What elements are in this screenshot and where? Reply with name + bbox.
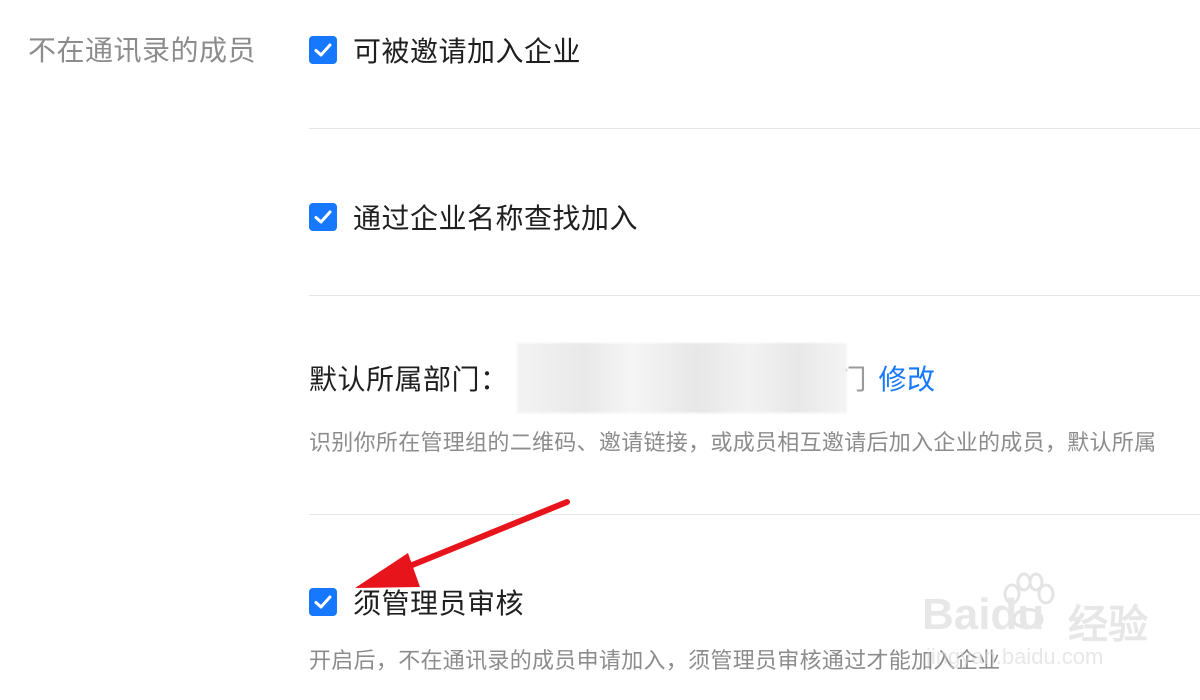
option-label: 可被邀请加入企业 bbox=[353, 35, 582, 68]
divider bbox=[309, 514, 1200, 515]
default-department-row: 默认所属部门： 门 修改 bbox=[309, 343, 936, 413]
checkbox-invite-join[interactable] bbox=[309, 36, 337, 64]
blurred-department-value bbox=[516, 343, 847, 413]
divider bbox=[309, 128, 1200, 129]
check-icon bbox=[314, 210, 332, 224]
admin-review-description: 开启后，不在通讯录的成员申请加入，须管理员审核通过才能加入企业 bbox=[309, 649, 1001, 674]
option-admin-review[interactable]: 须管理员审核 bbox=[309, 582, 524, 622]
department-description: 识别你所在管理组的二维码、邀请链接，或成员相互邀请后加入企业的成员，默认所属 bbox=[309, 431, 1157, 456]
option-label: 通过企业名称查找加入 bbox=[353, 202, 639, 235]
watermark-brand: Baidu bbox=[922, 590, 1045, 639]
edit-department-link[interactable]: 修改 bbox=[879, 358, 936, 398]
divider bbox=[309, 295, 1200, 296]
settings-page: 不在通讯录的成员 可被邀请加入企业 通过企业名称查找加入 默认所属部门： 门 修… bbox=[0, 0, 1200, 700]
option-label: 须管理员审核 bbox=[353, 587, 525, 620]
checkbox-admin-review[interactable] bbox=[309, 588, 337, 616]
check-icon bbox=[314, 595, 332, 609]
option-search-by-name[interactable]: 通过企业名称查找加入 bbox=[309, 197, 638, 237]
watermark-cn: 经验 bbox=[1068, 603, 1148, 647]
paw-logo-icon bbox=[1003, 572, 1055, 629]
checkbox-search-by-name[interactable] bbox=[309, 203, 337, 231]
default-department-label: 默认所属部门： bbox=[309, 363, 509, 396]
section-label: 不在通讯录的成员 bbox=[28, 34, 257, 67]
option-invite-join[interactable]: 可被邀请加入企业 bbox=[309, 30, 581, 70]
check-icon bbox=[314, 43, 332, 57]
